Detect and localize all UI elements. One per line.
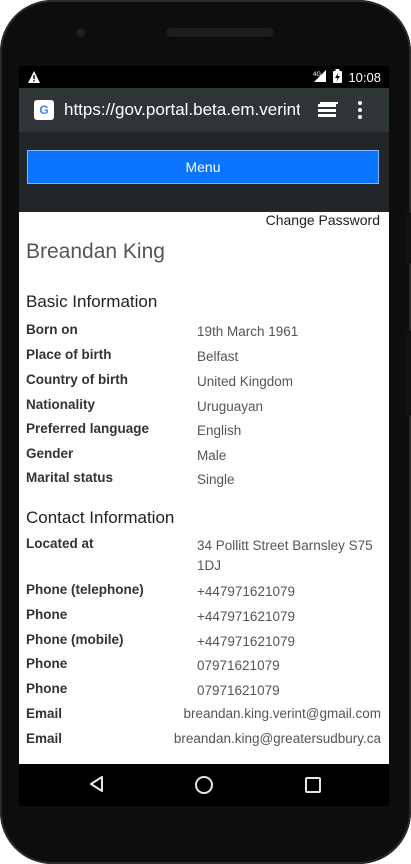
row-label: Country of birth — [26, 372, 128, 387]
clock: 10:08 — [348, 70, 381, 85]
back-icon[interactable] — [89, 776, 105, 797]
volume-button — [405, 212, 411, 264]
basic-info-heading: Basic Information — [26, 292, 158, 311]
menu-band: Menu — [19, 132, 389, 212]
recent-apps-icon[interactable] — [305, 777, 321, 793]
favicon-letter: G — [39, 103, 49, 117]
screen: 4G 10:08 G https://gov.portal.beta.em.ve… — [19, 66, 389, 764]
row-label: Gender — [26, 446, 74, 461]
row-label: Located at — [26, 536, 94, 551]
profile-content: Change Password Breandan King Basic Info… — [19, 212, 389, 764]
more-options-icon[interactable] — [358, 101, 362, 119]
row-label: Born on — [26, 322, 78, 337]
tabs-icon[interactable] — [318, 102, 338, 118]
row-label: Phone (mobile) — [26, 632, 124, 647]
row-value: 34 Pollitt Street Barnsley S75 1DJ — [197, 538, 373, 573]
home-icon[interactable] — [195, 776, 213, 794]
browser-url-bar[interactable]: G https://gov.portal.beta.em.verintcl — [19, 88, 389, 132]
front-camera — [76, 28, 86, 38]
row-value: English — [197, 423, 242, 438]
warning-icon — [27, 70, 41, 84]
change-password-link[interactable]: Change Password — [266, 212, 380, 228]
row-label: Preferred language — [26, 421, 150, 436]
row-label: Phone — [26, 607, 68, 622]
row-label: Nationality — [26, 397, 96, 412]
email-link[interactable]: breandan.king.verint@gmail.com — [183, 706, 381, 721]
row-value: Single — [197, 472, 235, 487]
menu-button[interactable]: Menu — [27, 150, 379, 184]
contact-info-heading: Contact Information — [26, 508, 175, 527]
phone-frame: 4G 10:08 G https://gov.portal.beta.em.ve… — [0, 0, 411, 864]
navigation-bar — [19, 764, 389, 806]
row-label: Phone — [26, 656, 68, 671]
earpiece-speaker — [166, 28, 274, 37]
row-value: 07971621079 — [197, 658, 280, 673]
row-value: Uruguayan — [197, 399, 264, 414]
signal-icon: 4G — [313, 69, 327, 86]
row-label: Phone (telephone) — [26, 582, 144, 597]
row-value: Male — [197, 448, 227, 463]
row-value: 19th March 1961 — [197, 324, 299, 339]
row-label: Email — [26, 706, 63, 721]
row-label: Phone — [26, 681, 68, 696]
battery-icon — [333, 69, 343, 86]
profile-name: Breandan King — [26, 240, 165, 263]
status-bar: 4G 10:08 — [19, 66, 389, 88]
email-link[interactable]: breandan.king@greatersudbury.ca — [174, 731, 381, 746]
row-label: Marital status — [26, 470, 114, 485]
row-value: 07971621079 — [197, 683, 280, 698]
row-value: +447971621079 — [197, 584, 295, 599]
site-favicon-icon: G — [34, 100, 54, 120]
row-value: Belfast — [197, 349, 239, 364]
row-value: United Kingdom — [197, 374, 294, 389]
svg-text:4G: 4G — [313, 72, 321, 78]
row-value: +447971621079 — [197, 609, 295, 624]
url-text[interactable]: https://gov.portal.beta.em.verintcl — [64, 100, 300, 120]
row-label: Place of birth — [26, 347, 112, 362]
power-button — [405, 330, 411, 416]
row-value: +447971621079 — [197, 634, 295, 649]
row-label: Email — [26, 731, 63, 746]
